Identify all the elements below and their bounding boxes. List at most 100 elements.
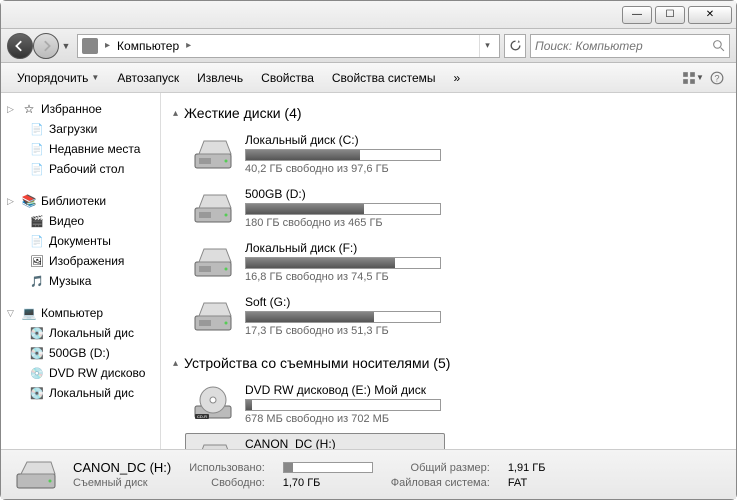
sidebar-item-drive-dvd[interactable]: 💿DVD RW дисково — [1, 363, 160, 383]
expand-icon: ▽ — [7, 308, 17, 319]
sidebar-item-pictures[interactable]: 🖼Изображения — [1, 251, 160, 271]
drive-name: Локальный диск (F:) — [245, 241, 441, 255]
navigation-bar: ▼ ▸ Компьютер ▸ ▾ — [1, 29, 736, 63]
hard-drive-icon — [189, 295, 237, 337]
system-properties-button[interactable]: Свойства системы — [324, 67, 444, 89]
breadcrumb-chevron-icon[interactable]: ▸ — [183, 40, 194, 51]
refresh-button[interactable] — [504, 34, 526, 58]
content-area: ▷ ☆ Избранное 📄Загрузки 📄Недавние места … — [1, 93, 736, 449]
drive-item[interactable]: CANON_DC (H:) 1,70 ГБ свободно из 1,91 Г… — [185, 433, 445, 449]
sidebar-libraries-header[interactable]: ▷ 📚 Библиотеки — [1, 191, 160, 211]
refresh-icon — [509, 39, 522, 52]
arrow-left-icon — [14, 40, 26, 52]
maximize-button[interactable]: ☐ — [655, 6, 685, 24]
section-hard-drives[interactable]: ▴ Жесткие диски (4) — [173, 101, 724, 125]
drive-icon: 💽 — [29, 385, 45, 401]
collapse-icon: ▷ — [7, 104, 17, 115]
svg-text:CD-R: CD-R — [197, 414, 207, 419]
sidebar-item-drive-c[interactable]: 💽Локальный дис — [1, 323, 160, 343]
drive-item[interactable]: Soft (G:) 17,3 ГБ свободно из 51,3 ГБ — [185, 291, 445, 341]
drive-name: Локальный диск (C:) — [245, 133, 441, 147]
sidebar-item-recent[interactable]: 📄Недавние места — [1, 139, 160, 159]
dvd-icon: 💿 — [29, 365, 45, 381]
video-icon: 🎬 — [29, 213, 45, 229]
hard-drive-icon — [189, 133, 237, 175]
status-drive-name: CANON_DC (H:) — [73, 460, 171, 475]
drive-free-text: 17,3 ГБ свободно из 51,3 ГБ — [245, 325, 441, 337]
sidebar-item-videos[interactable]: 🎬Видео — [1, 211, 160, 231]
drive-icon: 💽 — [29, 325, 45, 341]
main-pane: ▴ Жесткие диски (4) Локальный диск (C:) … — [161, 93, 736, 449]
search-icon — [712, 39, 725, 52]
status-used-label: Использовано: — [189, 462, 265, 474]
sidebar-item-drive-d[interactable]: 💽500GB (D:) — [1, 343, 160, 363]
sidebar-item-drive-f[interactable]: 💽Локальный дис — [1, 383, 160, 403]
sidebar-item-documents[interactable]: 📄Документы — [1, 231, 160, 251]
collapse-icon: ▴ — [173, 108, 178, 119]
drive-name: 500GB (D:) — [245, 187, 441, 201]
details-pane: CANON_DC (H:) Съемный диск Использовано:… — [1, 449, 736, 499]
help-button[interactable]: ? — [706, 67, 728, 89]
drive-free-text: 678 МБ свободно из 702 МБ — [245, 413, 441, 425]
search-box[interactable] — [530, 34, 730, 58]
status-fs-label: Файловая система: — [391, 477, 490, 489]
toolbar-overflow[interactable]: » — [446, 67, 469, 89]
status-total-value: 1,91 ГБ — [508, 462, 546, 474]
folder-icon: 📄 — [29, 161, 45, 177]
properties-button[interactable]: Свойства — [253, 67, 322, 89]
autoplay-button[interactable]: Автозапуск — [109, 67, 187, 89]
status-free-value: 1,70 ГБ — [283, 477, 373, 489]
drive-free-text: 40,2 ГБ свободно из 97,6 ГБ — [245, 163, 441, 175]
drive-icon: 💽 — [29, 345, 45, 361]
window-titlebar: — ☐ ✕ — [1, 1, 736, 29]
music-icon: 🎵 — [29, 273, 45, 289]
sidebar-computer-header[interactable]: ▽ 💻 Компьютер — [1, 303, 160, 323]
navigation-pane: ▷ ☆ Избранное 📄Загрузки 📄Недавние места … — [1, 93, 161, 449]
breadcrumb-chevron-icon[interactable]: ▸ — [102, 40, 113, 51]
cd-drive-icon: CD-R — [189, 383, 237, 425]
sidebar-favorites-header[interactable]: ▷ ☆ Избранное — [1, 99, 160, 119]
drive-name: Soft (G:) — [245, 295, 441, 309]
drive-item[interactable]: 500GB (D:) 180 ГБ свободно из 465 ГБ — [185, 183, 445, 233]
removable-drive-icon — [189, 437, 237, 449]
address-dropdown[interactable]: ▾ — [479, 35, 495, 57]
minimize-button[interactable]: — — [622, 6, 652, 24]
drive-item[interactable]: Локальный диск (F:) 16,8 ГБ свободно из … — [185, 237, 445, 287]
hard-drive-icon — [189, 241, 237, 283]
section-removable[interactable]: ▴ Устройства со съемными носителями (5) — [173, 351, 724, 375]
collapse-icon: ▴ — [173, 358, 178, 369]
breadcrumb-item[interactable]: Компьютер — [117, 39, 179, 53]
nav-history-dropdown[interactable]: ▼ — [59, 41, 73, 51]
address-bar[interactable]: ▸ Компьютер ▸ ▾ — [77, 34, 500, 58]
drive-name: CANON_DC (H:) — [245, 437, 441, 449]
sidebar-item-music[interactable]: 🎵Музыка — [1, 271, 160, 291]
back-button[interactable] — [7, 33, 33, 59]
folder-icon: 📄 — [29, 121, 45, 137]
command-toolbar: Упорядочить▼ Автозапуск Извлечь Свойства… — [1, 63, 736, 93]
view-options-button[interactable]: ▼ — [682, 67, 704, 89]
arrow-right-icon — [40, 40, 52, 52]
forward-button[interactable] — [33, 33, 59, 59]
status-drive-type: Съемный диск — [73, 477, 171, 489]
capacity-bar — [245, 399, 441, 411]
drive-free-text: 180 ГБ свободно из 465 ГБ — [245, 217, 441, 229]
drive-item[interactable]: CD-R DVD RW дисковод (E:) Мой диск 678 М… — [185, 379, 445, 429]
star-icon: ☆ — [21, 101, 37, 117]
status-used-bar — [283, 462, 373, 473]
capacity-bar — [245, 311, 441, 323]
eject-button[interactable]: Извлечь — [189, 67, 251, 89]
search-input[interactable] — [535, 39, 712, 53]
sidebar-item-downloads[interactable]: 📄Загрузки — [1, 119, 160, 139]
drive-name: DVD RW дисковод (E:) Мой диск — [245, 383, 441, 397]
sidebar-item-desktop[interactable]: 📄Рабочий стол — [1, 159, 160, 179]
computer-icon: 💻 — [21, 305, 37, 321]
status-fs-value: FAT — [508, 477, 546, 489]
svg-text:?: ? — [714, 73, 719, 83]
collapse-icon: ▷ — [7, 196, 17, 207]
drive-item[interactable]: Локальный диск (C:) 40,2 ГБ свободно из … — [185, 129, 445, 179]
status-total-label: Общий размер: — [391, 462, 490, 474]
close-button[interactable]: ✕ — [688, 6, 732, 24]
libraries-icon: 📚 — [21, 193, 37, 209]
organize-menu[interactable]: Упорядочить▼ — [9, 67, 107, 89]
computer-icon — [82, 38, 98, 54]
